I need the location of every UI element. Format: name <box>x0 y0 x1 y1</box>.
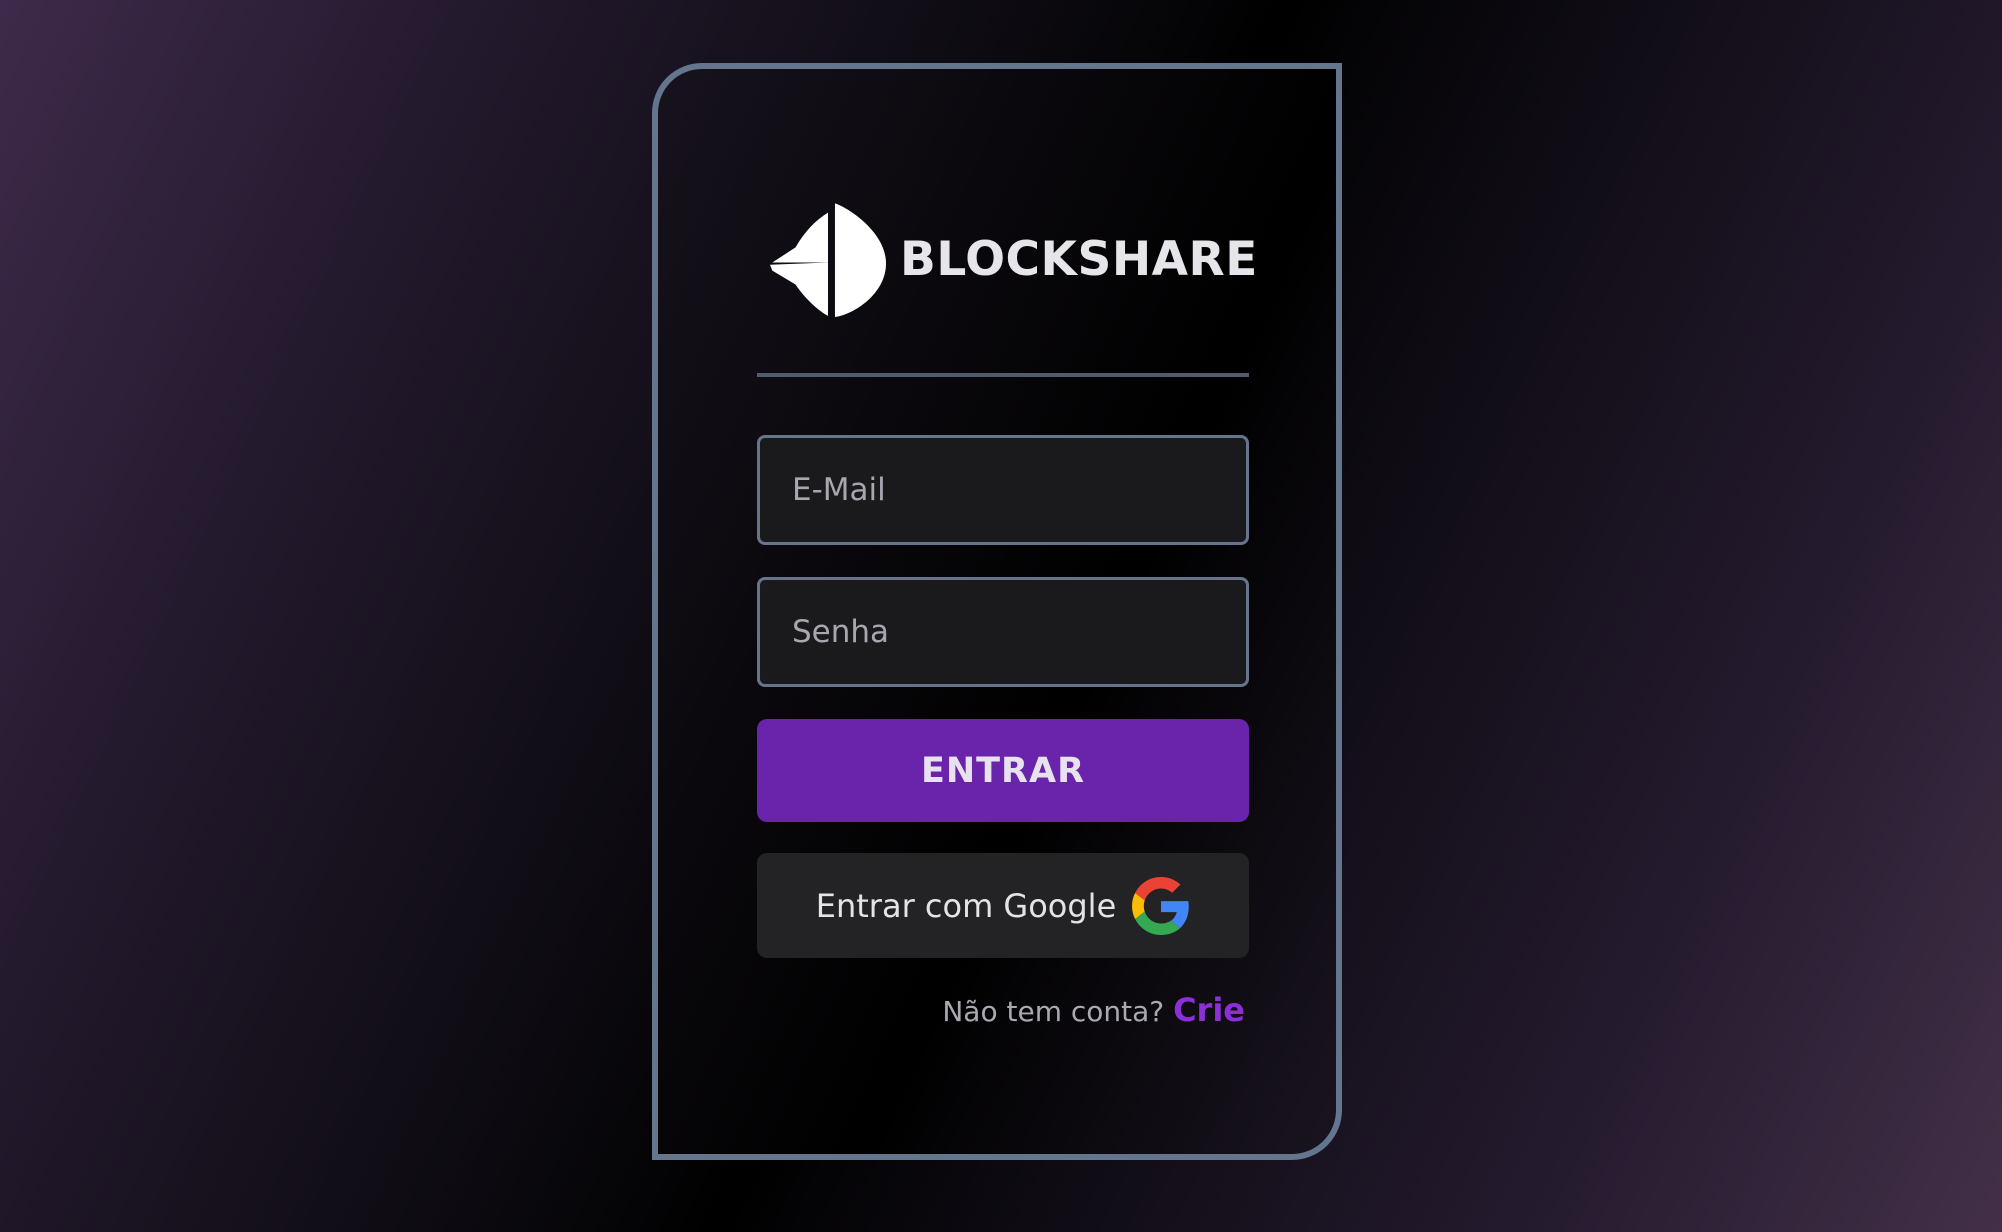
login-button[interactable]: ENTRAR <box>757 719 1249 822</box>
sail-logo-icon <box>770 203 886 317</box>
password-field[interactable] <box>757 577 1249 687</box>
google-login-label: Entrar com Google <box>815 886 1117 925</box>
signup-link[interactable]: Crie <box>1173 991 1245 1029</box>
signup-prompt: Não tem conta? Crie <box>942 991 1245 1029</box>
google-icon <box>1132 876 1190 935</box>
google-login-button[interactable]: Entrar com Google <box>757 853 1249 958</box>
login-card: BLOCKSHARE ENTRAR Entrar com Google Não … <box>652 63 1342 1160</box>
brand-name: BLOCKSHARE <box>900 231 1258 287</box>
divider <box>757 373 1249 377</box>
brand-header: BLOCKSHARE <box>770 199 1258 319</box>
signup-text: Não tem conta? <box>942 995 1165 1028</box>
email-field[interactable] <box>757 435 1249 545</box>
